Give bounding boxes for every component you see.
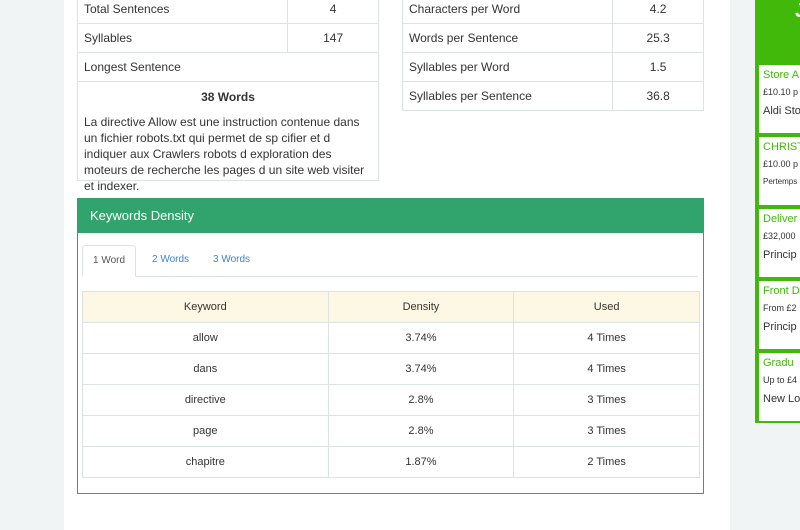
table-row: Total Sentences 4 xyxy=(76,0,379,24)
table-row: Longest Sentence xyxy=(77,52,379,82)
stat-label: Syllables xyxy=(76,23,289,53)
table-row: Words per Sentence 25.3 xyxy=(401,23,704,53)
keywords-density-panel: Keywords Density 1 Word 2 Words 3 Words … xyxy=(77,198,704,494)
job-item[interactable]: Deliver £32,000 Princip xyxy=(759,209,800,277)
table-row: dans 3.74% 4 Times xyxy=(82,353,700,385)
job-item[interactable]: Gradu Up to £4 New Lo xyxy=(759,353,800,421)
used-cell: 2 Times xyxy=(513,446,700,478)
job-title[interactable]: Front D xyxy=(759,281,800,297)
column-header-used: Used xyxy=(513,291,700,323)
tab-1-word[interactable]: 1 Word xyxy=(82,245,137,277)
stat-value: 4.2 xyxy=(612,0,704,24)
keyword-cell: page xyxy=(82,415,329,447)
longest-sentence-count: 38 Words xyxy=(201,90,255,104)
job-employer: Princip xyxy=(763,249,797,261)
job-title[interactable]: CHRIST xyxy=(759,137,800,153)
used-cell: 3 Times xyxy=(513,415,700,447)
job-pay: £32,000 xyxy=(763,231,796,241)
stat-label: Words per Sentence xyxy=(401,23,614,53)
job-pay: Up to £4 xyxy=(763,375,798,385)
stat-label: Longest Sentence xyxy=(77,52,379,82)
keyword-cell: allow xyxy=(82,322,329,354)
table-row: allow 3.74% 4 Times xyxy=(82,322,700,354)
table-row: Syllables 147 xyxy=(76,23,379,53)
stats-table-left: Total Sentences 4 Syllables 147 Longest … xyxy=(76,0,379,82)
used-cell: 3 Times xyxy=(513,384,700,416)
job-employer: Princip xyxy=(763,321,797,333)
table-row: chapitre 1.87% 2 Times xyxy=(82,446,700,478)
density-tabs: 1 Word 2 Words 3 Words xyxy=(82,245,698,277)
stat-value: 147 xyxy=(287,23,379,53)
job-employer: Aldi Sto xyxy=(763,105,800,117)
job-pay: £10.00 p xyxy=(763,159,799,169)
stat-label: Syllables per Sentence xyxy=(401,81,614,111)
job-item[interactable]: Front D From £2 Princip xyxy=(759,281,800,349)
job-list: Store A £10.10 p Aldi Sto CHRIST £10.00 … xyxy=(759,65,800,421)
stats-table-right: Characters per Word 4.2 Words per Senten… xyxy=(401,0,704,111)
longest-sentence-text: La directive Allow est une instruction c… xyxy=(84,115,365,193)
density-cell: 2.8% xyxy=(327,384,515,416)
job-pay: £10.10 p xyxy=(763,87,799,97)
panel-title: Keywords Density xyxy=(78,199,703,233)
used-cell: 4 Times xyxy=(513,353,700,385)
job-item[interactable]: CHRIST £10.00 p Pertemps xyxy=(759,137,800,205)
tab-3-words[interactable]: 3 Words xyxy=(203,245,260,275)
stat-value: 1.5 xyxy=(612,52,704,82)
table-row: page 2.8% 3 Times xyxy=(82,415,700,447)
density-cell: 2.8% xyxy=(327,415,515,447)
job-item[interactable]: Store A £10.10 p Aldi Sto xyxy=(759,65,800,133)
stat-label: Total Sentences xyxy=(76,0,289,24)
stat-value: 4 xyxy=(287,0,379,24)
job-pay: From £2 xyxy=(763,303,797,313)
longest-sentence-box: 38 Words La directive Allow est une inst… xyxy=(77,82,379,193)
tab-2-words[interactable]: 2 Words xyxy=(142,245,199,275)
job-ad-sidebar: J Store A £10.10 p Aldi Sto CHRIST £10.0… xyxy=(755,0,800,423)
table-row: directive 2.8% 3 Times xyxy=(82,384,700,416)
job-employer: New Lo xyxy=(763,393,800,405)
keyword-cell: dans xyxy=(82,353,329,385)
table-row: Characters per Word 4.2 xyxy=(401,0,704,24)
keyword-cell: chapitre xyxy=(82,446,329,478)
table-row: Syllables per Sentence 36.8 xyxy=(401,81,704,111)
keywords-table: Keyword Density Used allow 3.74% 4 Times… xyxy=(82,291,700,478)
job-title[interactable]: Store A xyxy=(759,65,800,81)
density-cell: 3.74% xyxy=(327,322,515,354)
stat-label: Characters per Word xyxy=(401,0,614,24)
stat-value: 25.3 xyxy=(612,23,704,53)
job-employer: Pertemps xyxy=(763,177,798,186)
used-cell: 4 Times xyxy=(513,322,700,354)
keyword-cell: directive xyxy=(82,384,329,416)
column-header-keyword: Keyword xyxy=(82,291,329,323)
table-header-row: Keyword Density Used xyxy=(82,291,700,323)
column-header-density: Density xyxy=(327,291,515,323)
ad-logo: J xyxy=(795,0,800,23)
table-row: Syllables per Word 1.5 xyxy=(401,52,704,82)
density-cell: 3.74% xyxy=(327,353,515,385)
stat-value: 36.8 xyxy=(612,81,704,111)
job-title[interactable]: Gradu xyxy=(759,353,800,369)
stat-label: Syllables per Word xyxy=(401,52,614,82)
density-cell: 1.87% xyxy=(327,446,515,478)
job-title[interactable]: Deliver xyxy=(759,209,800,225)
